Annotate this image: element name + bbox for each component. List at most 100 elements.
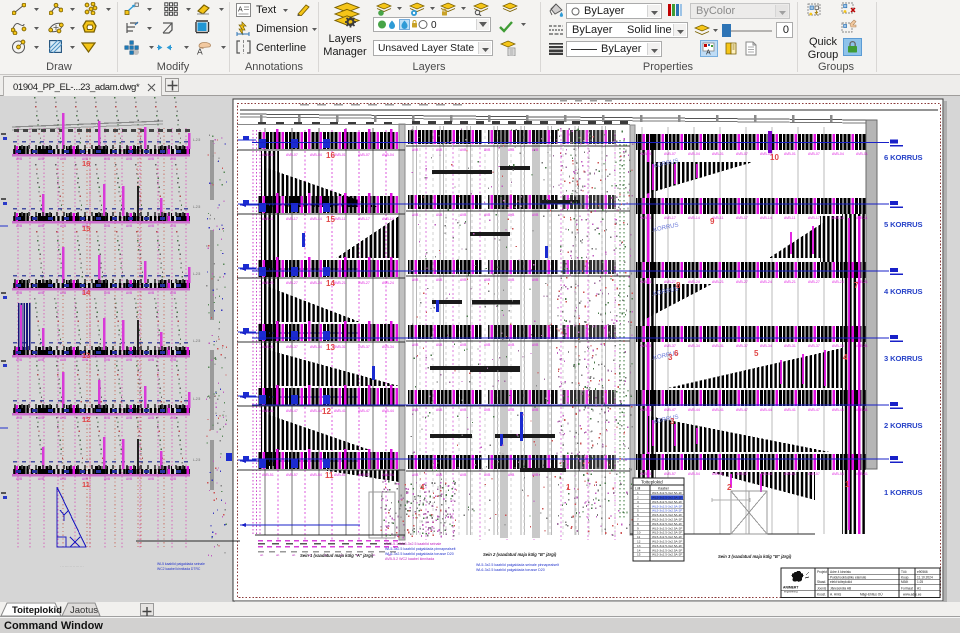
- svg-text:AVB-34: AVB-34: [382, 345, 394, 349]
- svg-text:AVB: AVB: [436, 408, 443, 412]
- svg-text:AVB: AVB: [484, 148, 491, 152]
- svg-text:AVB-07: AVB-07: [286, 153, 298, 157]
- svg-text:Toiteplokid: Toiteplokid: [641, 480, 663, 485]
- svg-text:AVB: AVB: [148, 157, 154, 161]
- svg-text:11: 11: [325, 471, 334, 480]
- svg-text:A: A: [238, 7, 243, 14]
- svg-text:13: 13: [326, 343, 335, 352]
- svg-text:AVB: AVB: [532, 278, 539, 282]
- svg-text:Kaabel: Kaabel: [658, 487, 669, 491]
- svg-text:WL5-3x2.5-3x2.5A-2F: WL5-3x2.5-3x2.5A-2F: [652, 526, 682, 530]
- svg-text:Projekt: Projekt: [817, 570, 827, 574]
- svg-text:L-2.5: L-2.5: [193, 138, 200, 142]
- svg-text:AVB-5.2 WC2 kaabel kinnitada: AVB-5.2 WC2 kaabel kinnitada: [385, 557, 434, 561]
- svg-text:8: 8: [637, 522, 639, 526]
- svg-text:A: A: [706, 50, 711, 56]
- svg-text:WL5-3x2.5-3x2.5A-2F: WL5-3x2.5-3x2.5A-2F: [652, 504, 682, 508]
- svg-text:AVB: AVB: [436, 473, 443, 477]
- svg-text:AVB-07: AVB-07: [736, 152, 748, 156]
- svg-text:16: 16: [82, 159, 90, 168]
- svg-text:AVB: AVB: [60, 157, 66, 161]
- svg-text:AVB: AVB: [484, 278, 491, 282]
- svg-text:AVB-44: AVB-44: [310, 409, 322, 413]
- svg-text:AVB: AVB: [170, 416, 176, 420]
- svg-text:AVB-41: AVB-41: [712, 408, 724, 412]
- svg-text:3: 3: [670, 417, 675, 426]
- svg-text:AVB-37: AVB-37: [664, 344, 676, 348]
- svg-text:WC2 kaabel kinnitada DTRC: WC2 kaabel kinnitada DTRC: [157, 567, 201, 571]
- svg-text:Mõõt: Mõõt: [901, 580, 908, 584]
- svg-text:1:25: 1:25: [917, 580, 923, 584]
- svg-text:AVB-47: AVB-47: [664, 408, 676, 412]
- svg-text:AVB: AVB: [170, 157, 176, 161]
- svg-text:L-2.5: L-2.5: [193, 272, 200, 276]
- svg-text:AVB-21: AVB-21: [640, 280, 652, 284]
- svg-text:AVB-47: AVB-47: [736, 408, 748, 412]
- svg-text:AVB: AVB: [104, 477, 110, 481]
- svg-text:Sein 3 (vaadatud maja külg "B": Sein 3 (vaadatud maja külg "B" järgi): [718, 554, 792, 559]
- svg-text:WL5-3x2.5-3x2.5A-2F: WL5-3x2.5-3x2.5A-2F: [652, 491, 682, 495]
- svg-text:14: 14: [637, 548, 641, 552]
- svg-text:AVB: AVB: [104, 358, 110, 362]
- svg-text:AVB-31: AVB-31: [640, 344, 652, 348]
- svg-text:AVB-51: AVB-51: [334, 473, 346, 477]
- svg-text:AVB-44: AVB-44: [382, 409, 394, 413]
- svg-text:AVB-21: AVB-21: [712, 280, 724, 284]
- svg-text:AVB-51: AVB-51: [856, 472, 868, 476]
- svg-text:AVB-47: AVB-47: [808, 408, 820, 412]
- svg-text:6: 6: [637, 513, 639, 517]
- svg-text:Mägi-Ehitus OÜ: Mägi-Ehitus OÜ: [860, 592, 883, 596]
- svg-text:A1: A1: [917, 586, 921, 590]
- svg-text:AVB: AVB: [16, 157, 22, 161]
- svg-text:AVB: AVB: [460, 278, 467, 282]
- svg-text:AVB-31: AVB-31: [712, 344, 724, 348]
- svg-text:AVB: AVB: [460, 213, 467, 217]
- svg-text:3: 3: [668, 353, 673, 362]
- svg-text:AVB-57: AVB-57: [736, 472, 748, 476]
- svg-text:15: 15: [326, 215, 335, 224]
- svg-text:12: 12: [82, 415, 90, 424]
- svg-text:5 KORRUS: 5 KORRUS: [884, 220, 922, 229]
- svg-text:WL5-3x2.5-3x2.5A-2F: WL5-3x2.5-3x2.5A-2F: [652, 496, 682, 500]
- svg-text:AVB-57: AVB-57: [808, 472, 820, 476]
- svg-text:AVB: AVB: [148, 477, 154, 481]
- svg-text:AVB: AVB: [460, 148, 467, 152]
- svg-text:AVB-51: AVB-51: [784, 472, 796, 476]
- svg-text:WL5-3x2.5-3x2.5A-2F: WL5-3x2.5-3x2.5A-2F: [652, 548, 682, 552]
- svg-text:AVB-41: AVB-41: [856, 408, 868, 412]
- svg-text:Staad.: Staad.: [817, 580, 826, 584]
- svg-text:AVB-04: AVB-04: [832, 152, 844, 156]
- svg-text:AVB: AVB: [104, 157, 110, 161]
- svg-text:AVB: AVB: [508, 343, 515, 347]
- svg-text:AVB: AVB: [484, 408, 491, 412]
- svg-text:AVB-51: AVB-51: [640, 472, 652, 476]
- svg-text:A: A: [197, 47, 203, 56]
- svg-text:AVB-01: AVB-01: [640, 152, 652, 156]
- svg-text:7: 7: [854, 281, 859, 290]
- svg-text:AVB: AVB: [460, 473, 467, 477]
- svg-text:AVB: AVB: [532, 148, 539, 152]
- svg-text:AVB-37: AVB-37: [736, 344, 748, 348]
- svg-text:AVB: AVB: [38, 157, 44, 161]
- svg-text:Formaat: Formaat: [901, 586, 913, 590]
- svg-text:Töö: Töö: [901, 570, 907, 574]
- svg-text:AVB: AVB: [126, 224, 132, 228]
- svg-text:3: 3: [637, 500, 639, 504]
- svg-text:AVB-27: AVB-27: [286, 281, 298, 285]
- svg-text:AVB: AVB: [436, 343, 443, 347]
- svg-text:WL5-3x2.5-3x2.5A-2F: WL5-3x2.5-3x2.5A-2F: [652, 518, 682, 522]
- svg-text:WL5-3x2.5-3x2.5A-2F: WL5-3x2.5-3x2.5A-2F: [652, 531, 682, 535]
- svg-text:AVB-41: AVB-41: [262, 409, 274, 413]
- svg-text:1: 1: [637, 491, 639, 495]
- svg-text:7: 7: [637, 518, 639, 522]
- svg-text:WL5-3x2.5-3x2.5A-2F: WL5-3x2.5-3x2.5A-2F: [652, 553, 682, 557]
- svg-text:AVB-24: AVB-24: [688, 280, 700, 284]
- svg-text:AVB-44: AVB-44: [760, 408, 772, 412]
- svg-text:AVB: AVB: [16, 358, 22, 362]
- svg-text:AVB: AVB: [436, 278, 443, 282]
- svg-text:AVB-57: AVB-57: [286, 473, 298, 477]
- svg-text:AVB-11: AVB-11: [262, 217, 274, 221]
- svg-text:AVB-11: AVB-11: [334, 217, 346, 221]
- svg-text:AVB-14: AVB-14: [688, 216, 700, 220]
- svg-text:AVB-41: AVB-41: [784, 408, 796, 412]
